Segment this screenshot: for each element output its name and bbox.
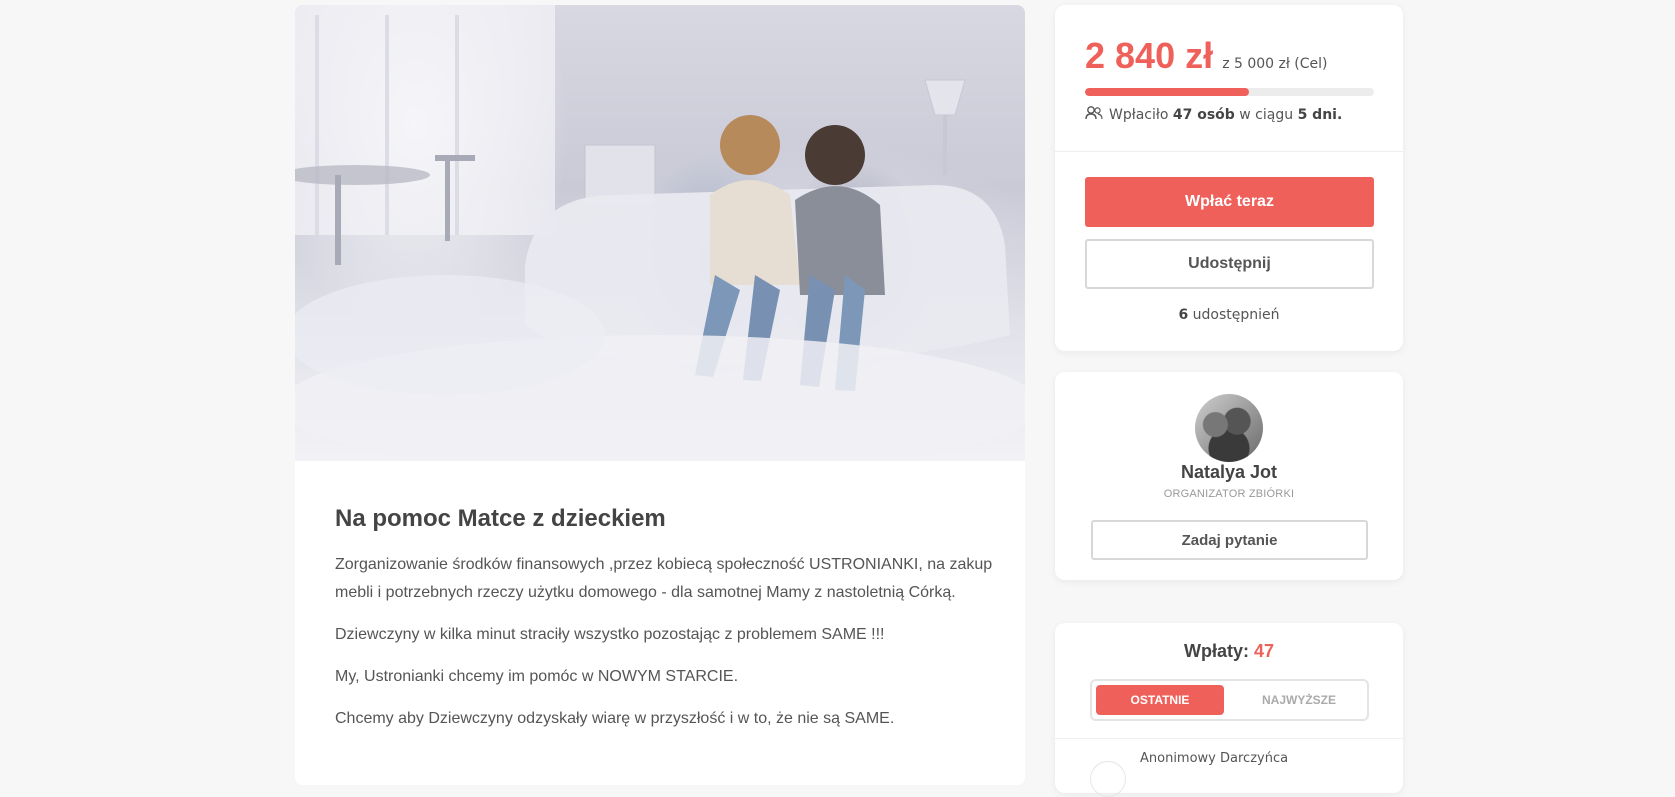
payments-card: Wpłaty: 47 OSTATNIE NAJWYŻSZE Anonimowy … (1055, 623, 1403, 797)
shares-count-line: 6 udostępnień (1055, 307, 1403, 323)
payments-count: 47 (1253, 641, 1275, 661)
donors-prefix: Wpłaciło (1109, 107, 1169, 123)
campaign-title: Na pomoc Matce z dzieckiem (335, 505, 666, 532)
raised-amount-line: 2 840 zł z 5 000 zł (Cel) (1085, 35, 1328, 77)
donation-summary-card: 2 840 zł z 5 000 zł (Cel) Wpłaciło 47 os… (1055, 5, 1403, 351)
ask-question-button[interactable]: Zadaj pytanie (1091, 520, 1368, 560)
shares-count: 6 (1178, 307, 1189, 323)
organizer-name[interactable]: Natalya Jot (1055, 462, 1403, 483)
donor-avatar (1090, 761, 1126, 797)
progress-bar (1085, 88, 1374, 96)
organizer-avatar[interactable] (1195, 394, 1263, 462)
description-paragraph: Dziewczyny w kilka minut straciły wszyst… (335, 626, 885, 643)
donors-summary: Wpłaciło 47 osób w ciągu 5 dni. (1085, 105, 1342, 125)
description-paragraph: Chcemy aby Dziewczyny odzyskały wiarę w … (335, 710, 895, 727)
payments-title: Wpłaty: (1183, 641, 1249, 661)
description-paragraph: My, Ustronianki chcemy im pomóc w NOWYM … (335, 668, 739, 685)
progress-bar-fill (1085, 88, 1250, 96)
campaign-hero-image (295, 5, 1025, 461)
donor-name: Anonimowy Darczyńca (1140, 751, 1289, 766)
donate-now-button[interactable]: Wpłać teraz (1085, 177, 1374, 227)
shares-suffix: udostępnień (1192, 307, 1280, 323)
share-button[interactable]: Udostępnij (1085, 239, 1374, 289)
campaign-card: Na pomoc Matce z dzieckiem Zorganizowani… (295, 5, 1025, 785)
hero-illustration (295, 5, 1025, 461)
donors-middle: w ciągu (1239, 107, 1294, 123)
raised-amount: 2 840 zł (1085, 35, 1214, 76)
people-icon (1085, 105, 1103, 125)
divider (1055, 151, 1403, 152)
tab-highest[interactable]: NAJWYŻSZE (1235, 685, 1363, 715)
description-paragraph: Zorganizowanie środków finansowych ,prze… (335, 556, 993, 601)
campaign-description: Na pomoc Matce z dzieckiem Zorganizowani… (335, 505, 995, 747)
donation-list-item: Anonimowy Darczyńca (1090, 751, 1390, 797)
organizer-role: ORGANIZATOR ZBIÓRKI (1163, 488, 1295, 500)
payments-tabs: OSTATNIE NAJWYŻSZE (1090, 679, 1369, 721)
organizer-card: Natalya Jot ORGANIZATOR ZBIÓRKI Zadaj py… (1055, 372, 1403, 580)
goal-text: z 5 000 zł (Cel) (1222, 56, 1328, 72)
tab-latest[interactable]: OSTATNIE (1096, 685, 1224, 715)
campaign-days: 5 dni. (1297, 107, 1343, 123)
donors-count: 47 osób (1172, 107, 1235, 123)
divider (1055, 738, 1403, 739)
payments-header: Wpłaty: 47 (1055, 641, 1403, 662)
